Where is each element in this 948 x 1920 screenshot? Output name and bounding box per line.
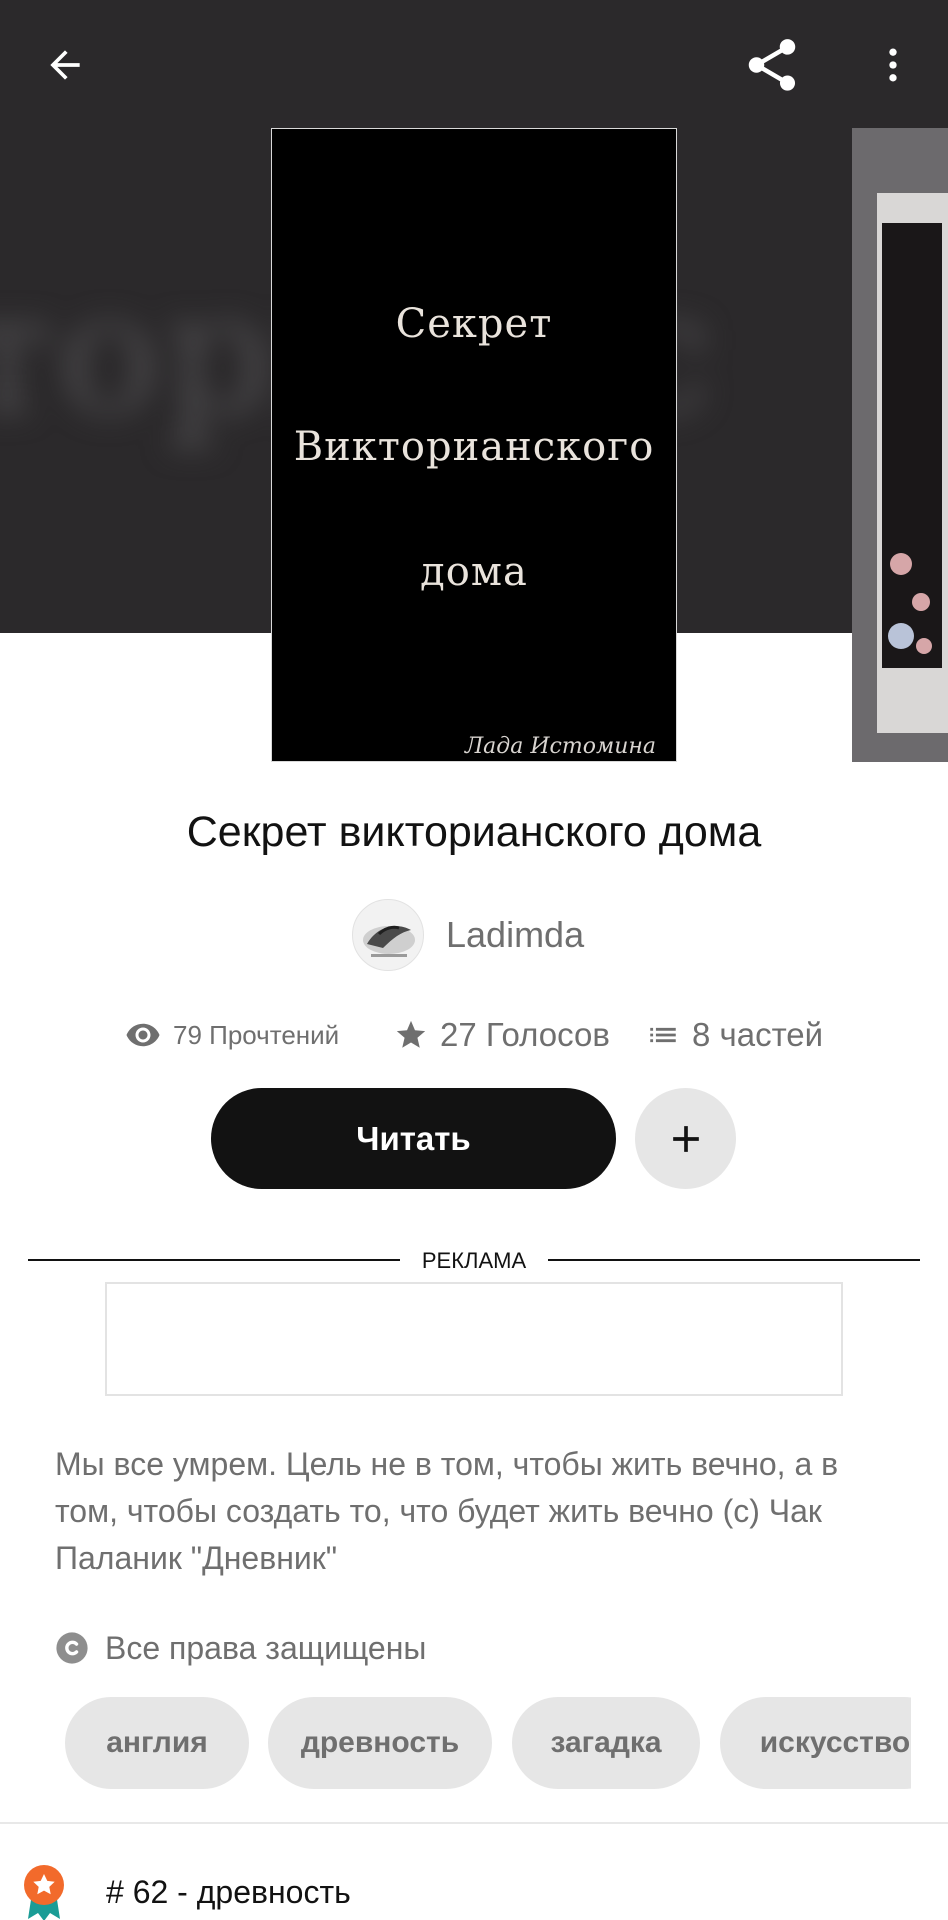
- ad-divider-right: [548, 1259, 920, 1261]
- share-button[interactable]: [727, 20, 817, 110]
- ad-label: РЕКЛАМА: [421, 1248, 527, 1273]
- share-icon: [748, 39, 796, 91]
- back-button[interactable]: [20, 20, 110, 110]
- plus-icon: [672, 1125, 699, 1152]
- author-link[interactable]: Ladimda: [352, 898, 584, 972]
- story-description: Мы все умрем. Цель не в том, чтобы жить …: [55, 1446, 839, 1576]
- more-options-button[interactable]: [848, 20, 938, 110]
- app-bar: [0, 0, 948, 130]
- next-cover-art: [882, 223, 942, 668]
- cover-title-line-3: дома: [420, 549, 528, 595]
- ad-divider-left: [28, 1259, 400, 1261]
- book-cover[interactable]: Секрет Викторианского дома Лада Истомина: [271, 128, 677, 762]
- cover-title-line-2: Викторианского: [293, 424, 655, 470]
- tag-chip[interactable]: англия: [65, 1697, 249, 1789]
- copyright-icon: [56, 1632, 88, 1664]
- list-icon: [650, 1027, 676, 1043]
- copyright-text: Все права защищены: [105, 1629, 427, 1666]
- votes-stat: 27 Голосов: [394, 1010, 610, 1060]
- ranking-text: # 62 - древность: [106, 1873, 351, 1910]
- next-book-cover[interactable]: [852, 128, 948, 762]
- votes-count: 27 Голосов: [440, 1016, 610, 1053]
- arrow-left-icon: [50, 50, 80, 80]
- author-name: Ladimda: [446, 914, 585, 955]
- tag-list: англия древность загадка искусство: [65, 1697, 911, 1789]
- tag-chip[interactable]: древность: [268, 1697, 492, 1789]
- add-to-library-button[interactable]: [635, 1088, 736, 1189]
- tag-chip[interactable]: загадка: [512, 1697, 700, 1789]
- ranking-row[interactable]: # 62 - древность: [20, 1862, 351, 1920]
- cover-author: Лада Истомина: [464, 734, 656, 759]
- star-icon: [396, 1020, 426, 1048]
- award-ribbon-icon: [24, 1865, 64, 1920]
- read-button[interactable]: Читать: [211, 1088, 616, 1189]
- avatar: [352, 899, 424, 971]
- copyright-notice: Все права защищены: [55, 1628, 426, 1668]
- reads-count: 79 Прочтений: [173, 1019, 340, 1050]
- tag-chip[interactable]: искусство: [720, 1697, 911, 1789]
- book-title: Секрет викторианского дома: [186, 808, 762, 856]
- ad-slot[interactable]: [105, 1282, 843, 1396]
- more-vertical-icon: [889, 48, 897, 82]
- eye-icon: [126, 1023, 160, 1047]
- parts-stat[interactable]: 8 частей: [646, 1010, 823, 1060]
- section-divider: [0, 1822, 948, 1824]
- cover-title-line-1: Секрет: [395, 301, 553, 347]
- story-stats: 79 Прочтений 27 Голосов 8 частей: [0, 1010, 948, 1060]
- parts-count: 8 частей: [692, 1016, 824, 1053]
- reads-stat: 79 Прочтений: [125, 1010, 339, 1060]
